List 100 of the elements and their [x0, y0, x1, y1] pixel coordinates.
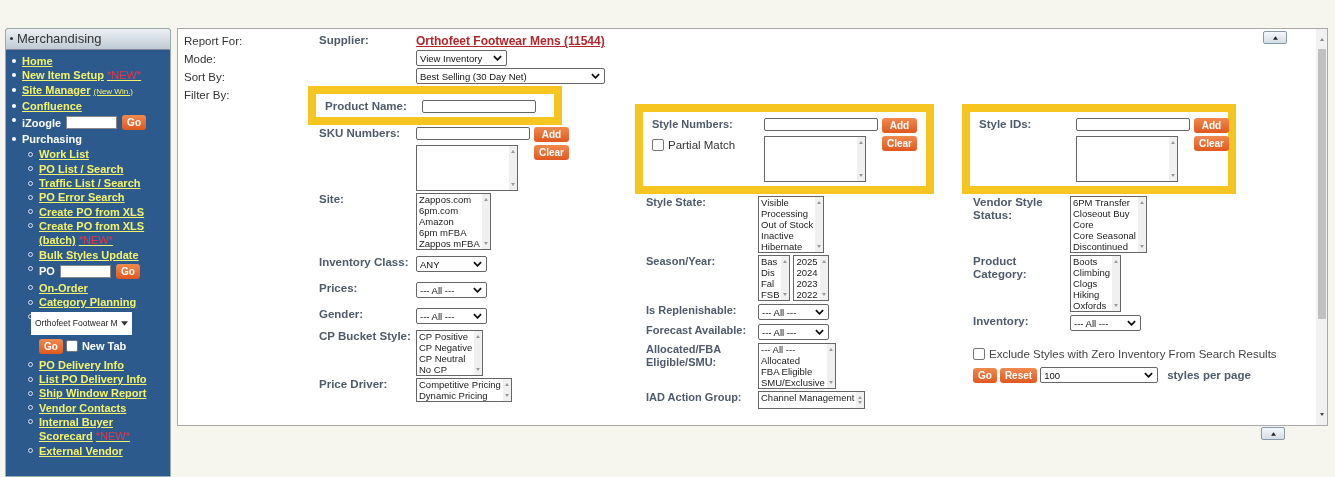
text-area[interactable]	[416, 145, 518, 191]
list-option[interactable]: CP Neutral	[419, 353, 473, 364]
up-arrow-icon[interactable]	[856, 394, 865, 400]
scrollbar[interactable]	[1137, 197, 1146, 252]
list-option[interactable]: Channel Management	[761, 392, 855, 403]
list-option[interactable]: 2024	[796, 267, 818, 278]
down-arrow-icon[interactable]	[819, 292, 828, 298]
text-input[interactable]	[1076, 118, 1190, 131]
list-option[interactable]: 2022	[796, 289, 818, 300]
list-box[interactable]: CP Positive CP Negative CP Neutral No CP	[416, 330, 484, 376]
list-box[interactable]: Boots Climbing Clogs Hiking Oxfords	[1070, 255, 1121, 312]
list-option[interactable]: 6pm.com	[419, 205, 480, 216]
checkbox[interactable]	[973, 348, 985, 360]
nav-link-note[interactable]: (New Win.)	[93, 86, 134, 96]
checkbox[interactable]	[652, 139, 664, 151]
dropdown[interactable]: --- All ---	[416, 308, 487, 324]
down-arrow-icon[interactable]	[856, 400, 865, 406]
text-input[interactable]	[416, 127, 530, 140]
list-option[interactable]: Competitive Pricing	[419, 379, 501, 390]
supplier-link[interactable]: Orthofeet Footwear Mens (11544)	[416, 34, 605, 48]
scrollbar[interactable]	[781, 256, 790, 300]
up-arrow-icon[interactable]	[1111, 258, 1120, 264]
down-arrow-icon[interactable]	[509, 182, 517, 188]
dropdown[interactable]: --- All ---	[758, 304, 829, 320]
text-area[interactable]	[1076, 136, 1178, 182]
down-arrow-icon[interactable]	[474, 367, 483, 373]
list-option[interactable]: No CP	[419, 364, 473, 375]
list-option[interactable]: Discontinued	[1073, 241, 1136, 252]
text-area[interactable]	[764, 136, 866, 182]
up-arrow-icon[interactable]	[1137, 199, 1146, 205]
scrollbar[interactable]	[815, 197, 824, 252]
nav-link[interactable]: Category Planning	[39, 295, 137, 310]
list-option[interactable]: Boots	[1073, 256, 1110, 267]
list-option[interactable]: Fal	[761, 278, 780, 289]
nav-link[interactable]: Site Manager	[22, 83, 91, 96]
nav-link[interactable]: PO List / Search	[39, 161, 124, 177]
nav-link[interactable]: Traffic List / Search	[39, 176, 141, 191]
list-option[interactable]: 2025	[796, 256, 818, 267]
list-option[interactable]: Clogs	[1073, 278, 1110, 289]
list-option[interactable]: Closeout Buy	[1073, 208, 1136, 219]
up-arrow-icon[interactable]	[502, 381, 511, 387]
scrollbar[interactable]	[509, 146, 517, 190]
down-arrow-icon[interactable]	[857, 173, 865, 179]
nav-link[interactable]: Vendor Contacts	[39, 400, 127, 415]
list-option[interactable]: Oxfords	[1073, 300, 1110, 311]
scrollbar[interactable]	[502, 379, 511, 401]
text-input[interactable]	[764, 118, 878, 131]
down-arrow-icon[interactable]	[1137, 244, 1146, 250]
dropdown[interactable]: Orthofeet Footwear M	[31, 312, 132, 335]
scrollbar[interactable]	[1111, 256, 1120, 311]
list-box[interactable]: Channel Management	[758, 391, 866, 409]
nav-link[interactable]: Home	[22, 54, 53, 69]
list-option[interactable]: CP Negative	[419, 342, 473, 353]
nav-link[interactable]: Ship Window Report	[39, 386, 147, 401]
list-option[interactable]: Allocated	[761, 355, 825, 366]
text-input[interactable]	[422, 100, 536, 113]
list-option[interactable]: Core Seasonal	[1073, 230, 1136, 241]
list-option[interactable]: Amazon	[419, 216, 480, 227]
list-option[interactable]: --- All ---	[761, 344, 825, 355]
up-arrow-icon[interactable]	[481, 196, 490, 202]
down-arrow-icon[interactable]	[481, 241, 490, 247]
list-option[interactable]: 6PM Transfer	[1073, 197, 1136, 208]
scrollbar[interactable]	[474, 331, 483, 375]
list-option[interactable]: Climbing	[1073, 267, 1110, 278]
up-arrow-icon[interactable]	[474, 333, 483, 339]
nav-link[interactable]: Create PO from XLS (batch) *NEW*	[39, 218, 167, 248]
list-box[interactable]: --- All --- Allocated FBA Eligible SMU/Exclusive	[758, 343, 836, 389]
search-field[interactable]	[66, 116, 118, 130]
list-option[interactable]: Dis	[761, 267, 780, 278]
list-option[interactable]: Zappos mFBA	[419, 238, 480, 249]
scrollbar[interactable]	[856, 392, 865, 408]
nav-link[interactable]: Create PO from XLS	[39, 204, 145, 219]
checkbox[interactable]	[65, 340, 78, 353]
list-box[interactable]: 6PM Transfer Closeout Buy Core Core Seasonal Discontinued	[1070, 196, 1147, 253]
nav-link[interactable]: New Item Setup *NEW*	[22, 68, 142, 83]
up-arrow-icon[interactable]	[509, 148, 517, 154]
nav-link[interactable]: PO Error Search	[39, 190, 125, 205]
list-option[interactable]: Hibernate	[761, 241, 814, 252]
up-arrow-icon[interactable]	[826, 346, 835, 352]
list-box[interactable]: Zappos.com 6pm.com Amazon 6pm mFBA Zappos mFBA	[416, 193, 491, 250]
list-option[interactable]: FBA Eligible	[761, 366, 825, 377]
nav-link[interactable]: External Vendor	[39, 443, 123, 458]
up-arrow-icon[interactable]	[815, 199, 824, 205]
down-arrow-icon[interactable]	[1111, 303, 1120, 309]
list-option[interactable]: Hiking	[1073, 289, 1110, 300]
list-option[interactable]: 2023	[796, 278, 818, 289]
dropdown[interactable]: ANY	[416, 256, 487, 272]
nav-link[interactable]: Internal Buyer Scorecard *NEW*	[39, 414, 167, 444]
down-arrow-icon[interactable]	[815, 244, 824, 250]
list-option[interactable]: CP Positive	[419, 331, 473, 342]
list-option[interactable]: Bas	[761, 256, 780, 267]
dropdown[interactable]: 100	[1040, 367, 1159, 383]
list-box[interactable]: Bas Dis Fal FSB	[758, 255, 791, 301]
list-option[interactable]: FSB	[761, 289, 780, 300]
scrollbar[interactable]	[819, 256, 828, 300]
down-arrow-icon[interactable]	[502, 393, 511, 399]
list-option[interactable]: Visible	[761, 197, 814, 208]
scrollbar[interactable]	[857, 137, 865, 181]
list-box[interactable]: Competitive Pricing Dynamic Pricing	[416, 378, 512, 402]
list-option[interactable]: 6pm mFBA	[419, 227, 480, 238]
